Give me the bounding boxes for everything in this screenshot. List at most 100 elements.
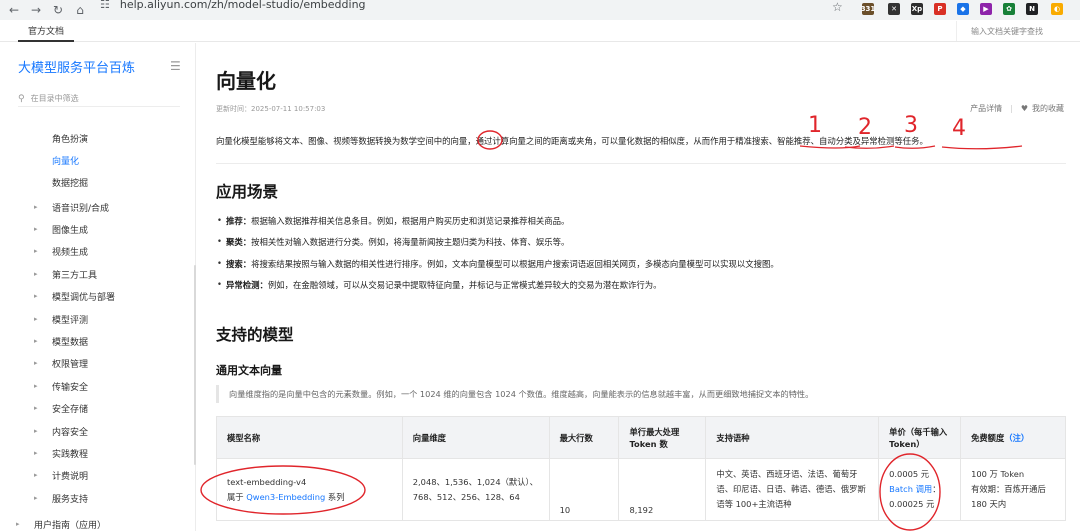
sidebar-item-image-gen[interactable]: ▸ 图像生成 bbox=[0, 221, 195, 237]
sidebar-item-tuning[interactable]: ▸ 模型调优与部署 bbox=[0, 288, 195, 304]
chevron-right-icon: ▸ bbox=[34, 292, 38, 300]
menu-icon[interactable]: ☰ bbox=[170, 59, 181, 73]
sidebar-item-label: 模型评测 bbox=[52, 315, 89, 326]
cell-dimension: 2,048、1,536、1,024（默认）、768、512、256、128、64 bbox=[401, 458, 550, 521]
chevron-right-icon: ▸ bbox=[34, 225, 38, 233]
sidebar-title[interactable]: 大模型服务平台百炼 bbox=[18, 57, 135, 76]
sidebar-item-tutorials[interactable]: ▸ 实践教程 bbox=[0, 445, 195, 461]
list-item: 搜索：将搜索结果按照与输入数据的相关性进行排序。例如，文本向量模型可以根据用户搜… bbox=[217, 258, 779, 270]
sidebar-item-storage-security[interactable]: ▸ 安全存储 bbox=[0, 400, 195, 416]
scenario-text: 将搜索结果按照与输入数据的相关性进行排序。例如，文本向量模型可以根据用户搜索词语… bbox=[251, 259, 779, 269]
sidebar-item-role-play[interactable]: 角色扮演 bbox=[0, 130, 195, 146]
scenario-term: 聚类： bbox=[226, 237, 252, 247]
table-header-row: 模型名称 向量维度 最大行数 单行最大处理Token 数 支持语种 单价（每千输… bbox=[216, 416, 1066, 459]
bookmark-star-icon[interactable]: ☆ bbox=[832, 0, 843, 14]
extension-icon-8[interactable]: N bbox=[1026, 3, 1038, 15]
sidebar-item-label: 实践教程 bbox=[52, 449, 89, 460]
sidebar-item-label: 语音识别/合成 bbox=[52, 203, 110, 214]
sidebar-item-video-gen[interactable]: ▸ 视频生成 bbox=[0, 243, 195, 259]
chevron-right-icon: ▸ bbox=[34, 337, 38, 345]
model-series: 属于 Qwen3-Embedding 系列 bbox=[227, 490, 392, 505]
chevron-right-icon: ▸ bbox=[34, 471, 38, 479]
divider bbox=[216, 163, 1066, 164]
sidebar-item-label: 内容安全 bbox=[52, 427, 89, 438]
cell-model-name: text-embedding-v4 属于 Qwen3-Embedding 系列 bbox=[216, 458, 403, 521]
batch-line: Batch 调用： bbox=[889, 482, 950, 497]
extension-icon-7[interactable]: ✿ bbox=[1003, 3, 1015, 15]
sidebar-item-label: 模型调优与部署 bbox=[52, 292, 116, 303]
series-link[interactable]: Qwen3-Embedding bbox=[246, 492, 325, 502]
forward-icon[interactable]: → bbox=[28, 2, 44, 18]
doc-search-input[interactable]: 输入文档关键字查找 bbox=[956, 21, 1080, 41]
chevron-right-icon: ▸ bbox=[34, 449, 38, 457]
extension-icon-3[interactable]: Xp bbox=[911, 3, 923, 15]
chevron-right-icon: ▸ bbox=[34, 427, 38, 435]
extension-icon-1[interactable]: 331 bbox=[860, 3, 876, 15]
tab-official-docs[interactable]: 官方文档 bbox=[18, 20, 74, 42]
scenario-text: 根据输入数据推荐相关信息条目。例如，根据用户购买历史和浏览记录推荐相关商品。 bbox=[251, 216, 570, 226]
sidebar-item-third-party[interactable]: ▸ 第三方工具 bbox=[0, 266, 195, 282]
cell-max-tokens: 8,192 bbox=[618, 458, 707, 521]
price: 0.0005 元 bbox=[889, 469, 930, 479]
col-price: 单价（每千输入 Token） bbox=[878, 416, 962, 459]
extension-icon-4[interactable]: P bbox=[934, 3, 946, 15]
sidebar-item-label: 传输安全 bbox=[52, 382, 89, 393]
updated-time: 更新时间：2025-07-11 10:57:03 bbox=[216, 105, 326, 113]
sidebar-item-label: 安全存储 bbox=[52, 404, 89, 415]
sidebar-filter-input[interactable]: ⚲ 在目录中筛选 bbox=[18, 91, 180, 107]
list-item: 推荐：根据输入数据推荐相关信息条目。例如，根据用户购买历史和浏览记录推荐相关商品… bbox=[217, 215, 570, 227]
docs-topbar: 官方文档 输入文档关键字查找 bbox=[0, 20, 1080, 42]
extension-icon-5[interactable]: ◆ bbox=[957, 3, 969, 15]
free-quota-label: 免费额度 bbox=[971, 432, 1005, 443]
col-max-rows: 最大行数 bbox=[548, 416, 620, 459]
address-bar[interactable]: ☷ help.aliyun.com/zh/model-studio/embedd… bbox=[100, 0, 856, 14]
sidebar-item-evaluation[interactable]: ▸ 模型评测 bbox=[0, 311, 195, 327]
product-details-link[interactable]: 产品详情 bbox=[970, 103, 1002, 114]
scenario-term: 搜索： bbox=[226, 259, 252, 269]
free-quota-note-link[interactable]: （注） bbox=[1004, 433, 1029, 443]
sidebar-item-label: 用户指南（应用） bbox=[34, 520, 107, 531]
page-meta-actions: 产品详情 | ♥ 我的收藏 bbox=[970, 103, 1064, 114]
section-title-scenarios: 应用场景 bbox=[216, 183, 279, 201]
series-prefix: 属于 bbox=[227, 491, 244, 502]
sidebar-item-data-mining[interactable]: 数据挖掘 bbox=[0, 174, 195, 190]
batch-colon: ： bbox=[932, 484, 941, 494]
site-settings-icon[interactable]: ☷ bbox=[100, 0, 110, 11]
reload-icon[interactable]: ↻ bbox=[50, 2, 66, 18]
sidebar-scrollbar[interactable] bbox=[194, 265, 196, 465]
sidebar-item-label: 图像生成 bbox=[52, 225, 89, 236]
col-free-quota: 免费额度（注） bbox=[960, 416, 1066, 459]
col-model-name: 模型名称 bbox=[216, 416, 403, 459]
series-suffix: 系列 bbox=[327, 491, 345, 502]
sidebar-item-billing[interactable]: ▸ 计费说明 bbox=[0, 467, 195, 483]
home-icon[interactable]: ⌂ bbox=[72, 2, 88, 18]
sidebar-item-model-data[interactable]: ▸ 模型数据 bbox=[0, 333, 195, 349]
section-title-models: 支持的模型 bbox=[216, 326, 294, 344]
heart-icon[interactable]: ♥ bbox=[1021, 104, 1028, 113]
sidebar-item-transport-security[interactable]: ▸ 传输安全 bbox=[0, 378, 195, 394]
sidebar-item-label: 模型数据 bbox=[52, 337, 89, 348]
back-icon[interactable]: ← bbox=[6, 2, 22, 18]
my-favorites-link[interactable]: 我的收藏 bbox=[1032, 103, 1064, 114]
sidebar: 大模型服务平台百炼 ☰ ⚲ 在目录中筛选 角色扮演 向量化 数据挖掘 ▸ 语音识别… bbox=[0, 43, 196, 531]
col-languages: 支持语种 bbox=[705, 416, 880, 459]
chevron-right-icon: ▸ bbox=[34, 315, 38, 323]
sidebar-item-permissions[interactable]: ▸ 权限管理 bbox=[0, 355, 195, 371]
sidebar-item-speech[interactable]: ▸ 语音识别/合成 bbox=[0, 199, 195, 215]
batch-link[interactable]: Batch 调用 bbox=[889, 484, 932, 494]
extension-icon-2[interactable]: ✕ bbox=[888, 3, 900, 15]
divider: | bbox=[1010, 104, 1013, 113]
chevron-right-icon: ▸ bbox=[34, 404, 38, 412]
browser-toolbar: ← → ↻ ⌂ ☷ help.aliyun.com/zh/model-studi… bbox=[0, 0, 1080, 20]
sidebar-item-support[interactable]: ▸ 服务支持 bbox=[0, 490, 195, 506]
sidebar-item-content-security[interactable]: ▸ 内容安全 bbox=[0, 423, 195, 439]
extension-icon-6[interactable]: ▶ bbox=[980, 3, 992, 15]
sidebar-item-user-guide[interactable]: ▸ 用户指南（应用） bbox=[0, 516, 195, 532]
list-item: 聚类：按相关性对输入数据进行分类。例如，将海量新闻按主题归类为科技、体育、娱乐等… bbox=[217, 236, 569, 248]
extension-badge: 331 bbox=[860, 5, 876, 13]
url-text: help.aliyun.com/zh/model-studio/embeddin… bbox=[119, 0, 366, 11]
cell-price: 0.0005 元 Batch 调用： 0.00025 元 bbox=[878, 458, 962, 521]
sidebar-item-embedding[interactable]: 向量化 bbox=[0, 152, 195, 168]
batch-price: 0.00025 元 bbox=[889, 499, 935, 509]
extension-icon-9[interactable]: ◐ bbox=[1051, 3, 1063, 15]
